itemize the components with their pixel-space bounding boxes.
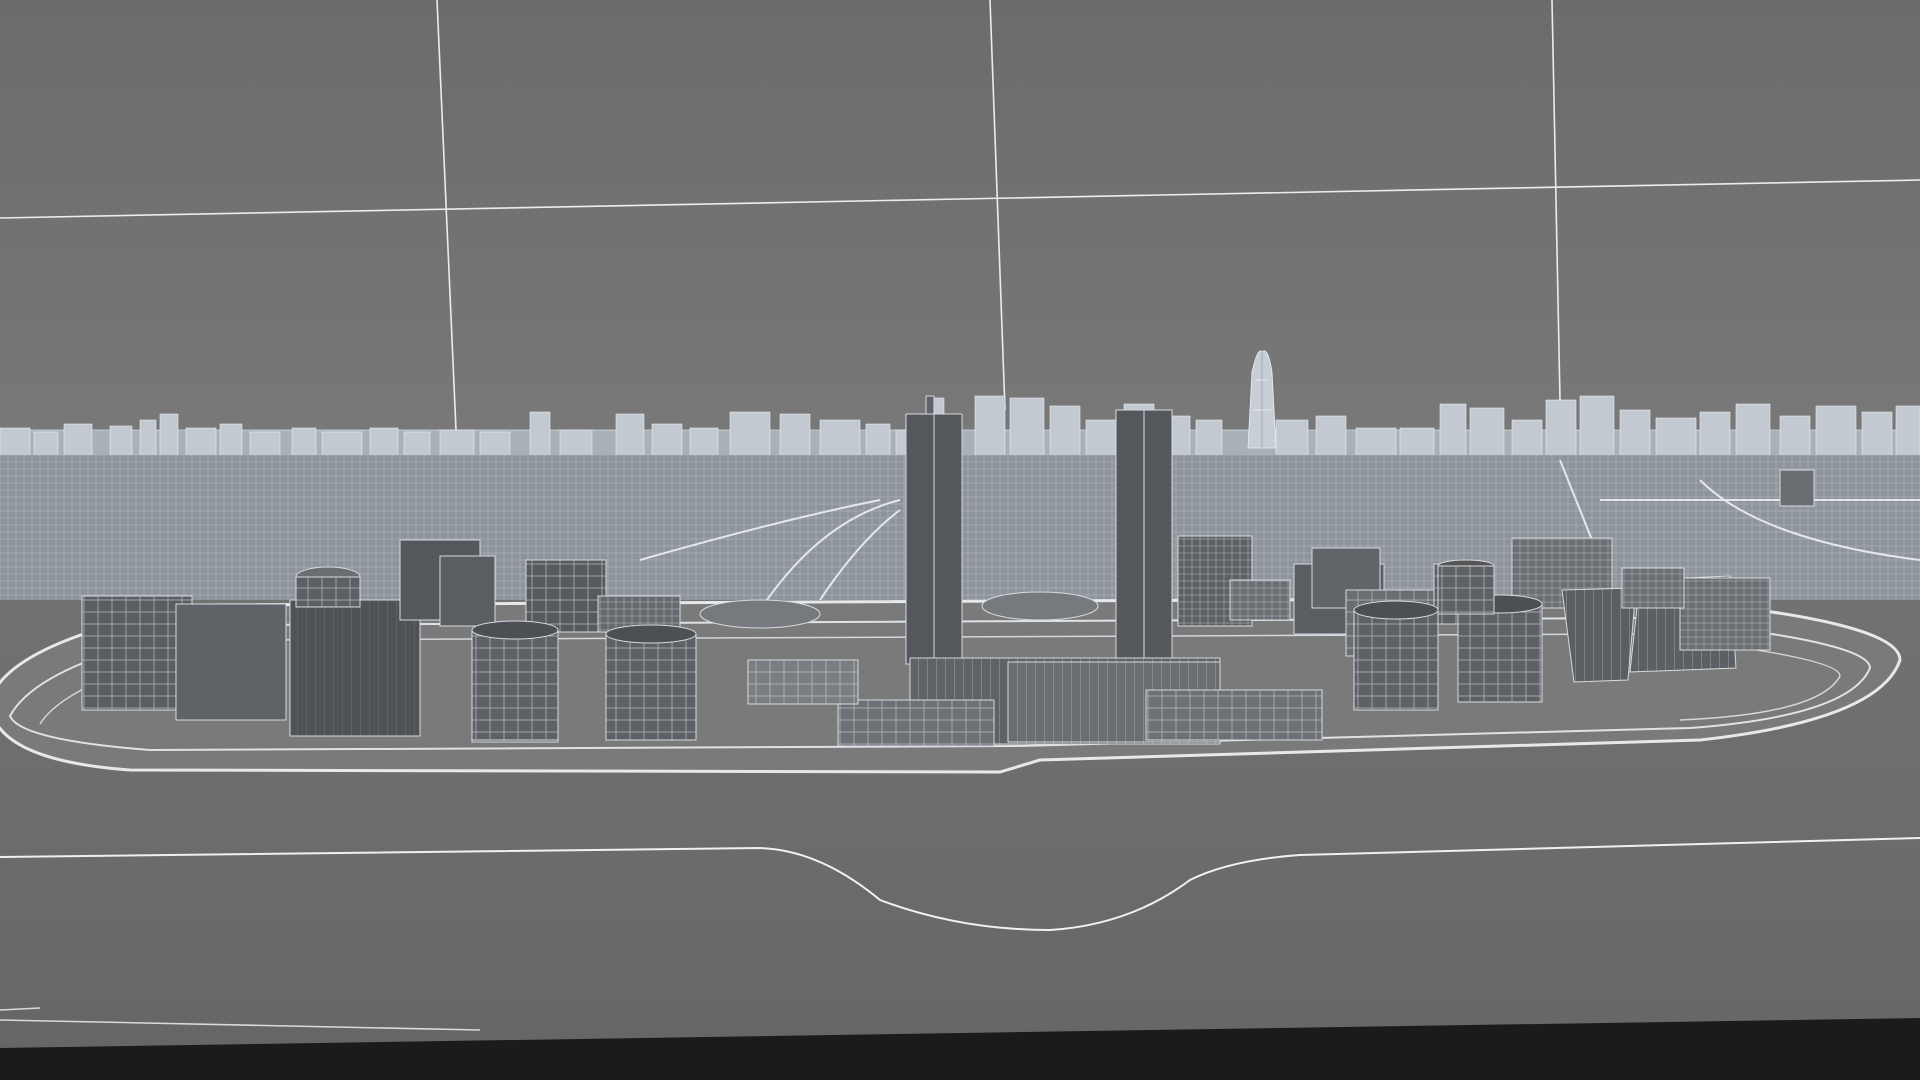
sky-background: [0, 0, 1920, 430]
city-scene: [0, 0, 1920, 1080]
3d-viewport[interactable]: [0, 0, 1920, 1080]
